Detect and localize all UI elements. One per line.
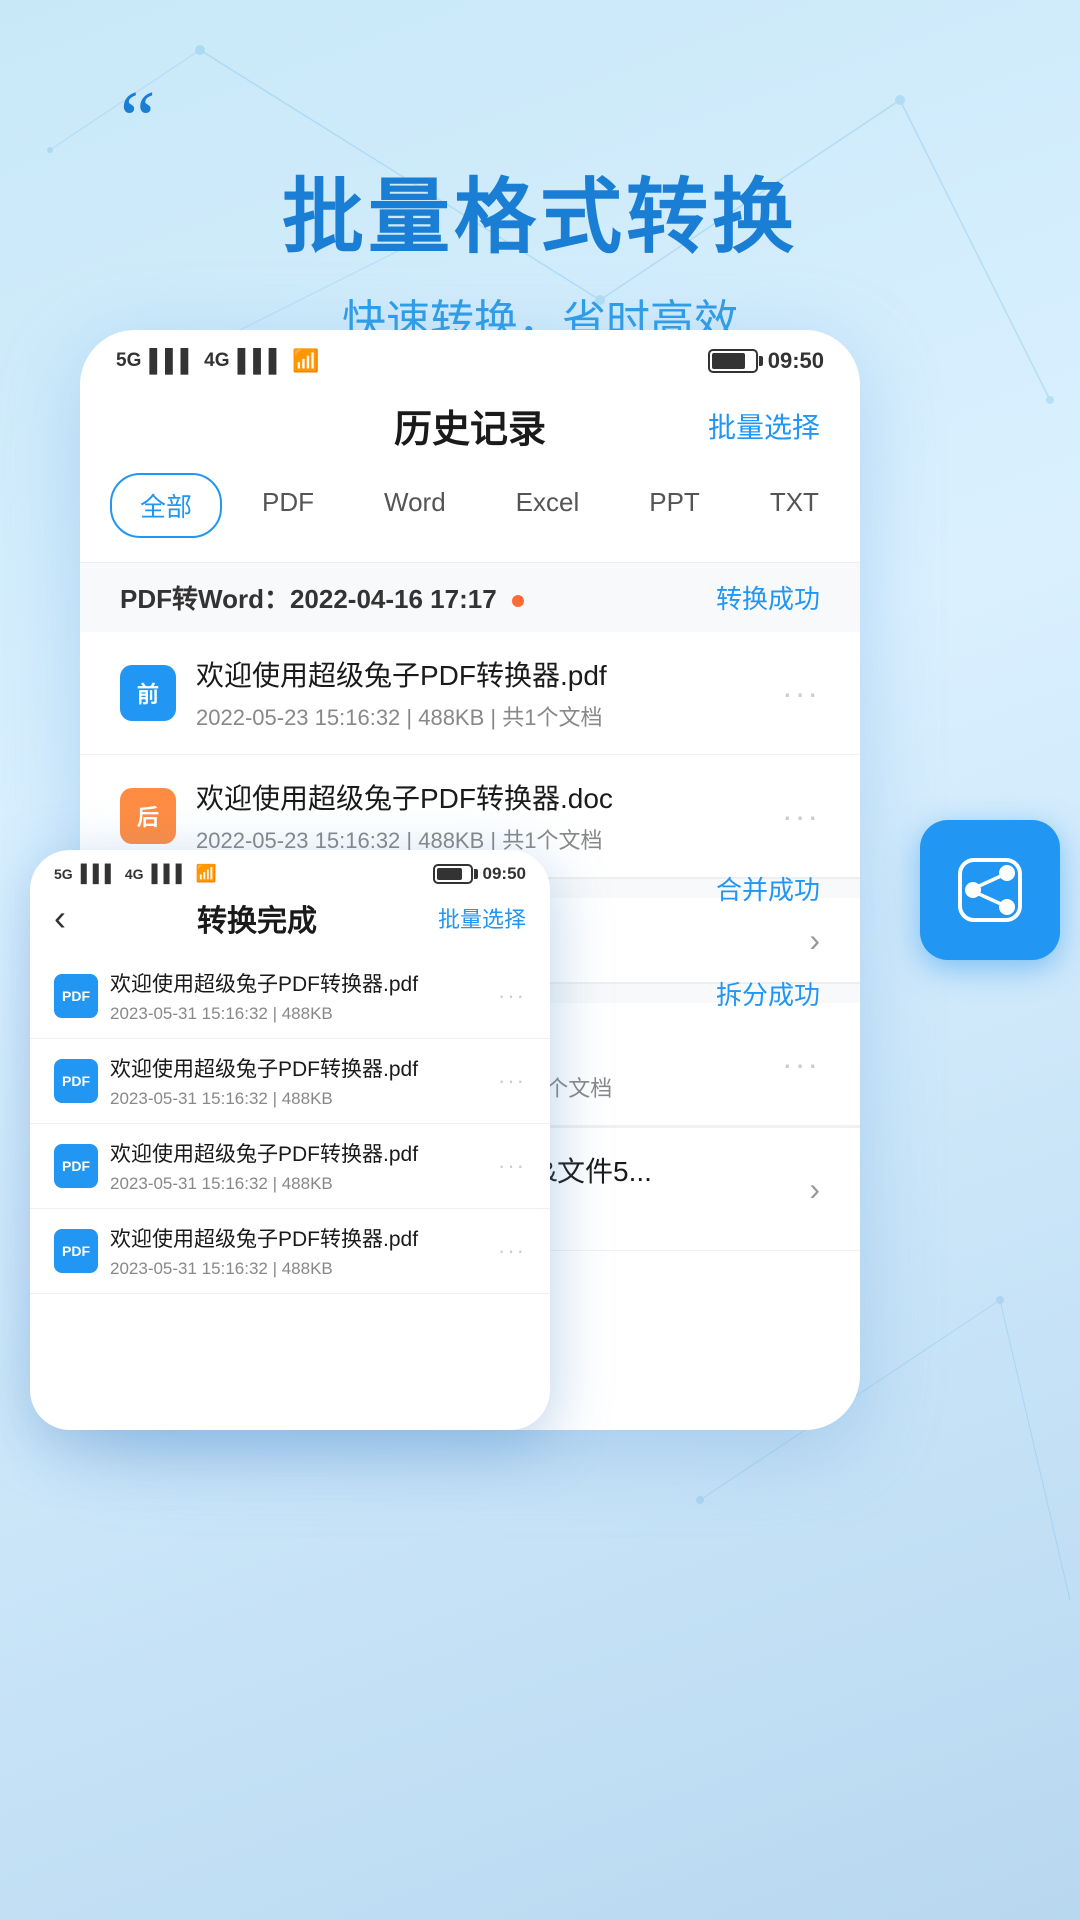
sec-battery-icon <box>433 864 473 884</box>
arrow-right-icon: › <box>809 922 820 959</box>
file-badge-before: 前 <box>120 665 176 721</box>
file-info-after: 欢迎使用超级兔子PDF转换器.doc 2022-05-23 15:16:32 |… <box>196 777 762 855</box>
file-meta-before: 2022-05-23 15:16:32 | 488KB | 共1个文档 <box>196 700 762 732</box>
sec-file-menu-3[interactable]: ··· <box>498 1153 526 1179</box>
signal-5g: 5G <box>116 350 141 372</box>
status-signals: 5G ▌▌▌ 4G ▌▌▌ 📶 <box>116 348 320 374</box>
tab-ppt[interactable]: PPT <box>619 473 730 538</box>
sec-file-meta-1: 2023-05-31 15:16:32 | 488KB <box>110 1004 486 1024</box>
converter-file-menu[interactable]: ··· <box>782 1046 820 1083</box>
sec-time-display: 09:50 <box>483 864 526 884</box>
main-app-title: 历史记录 <box>394 398 546 453</box>
section-badge-dot <box>512 595 524 607</box>
main-app-header: 历史记录 批量选择 <box>80 382 860 473</box>
sec-file-name-1: 欢迎使用超级兔子PDF转换器.pdf <box>110 968 486 998</box>
sec-pdf-icon-1: PDF <box>54 974 98 1018</box>
back-button[interactable]: ‹ <box>54 897 66 939</box>
file-name-before: 欢迎使用超级兔子PDF转换器.pdf <box>196 654 762 694</box>
sec-file-info-4: 欢迎使用超级兔子PDF转换器.pdf 2023-05-31 15:16:32 |… <box>110 1223 486 1279</box>
signal-4g: 4G <box>204 350 229 372</box>
secondary-phone-mockup: 5G ▌▌▌ 4G ▌▌▌ 📶 09:50 ‹ 转换完成 批量选择 PDF 欢迎… <box>30 850 550 1430</box>
time-display: 09:50 <box>768 348 824 374</box>
secondary-header: ‹ 转换完成 批量选择 <box>30 888 550 954</box>
tab-word[interactable]: Word <box>354 473 476 538</box>
sec-pdf-icon-4: PDF <box>54 1229 98 1273</box>
sec-file-meta-3: 2023-05-31 15:16:32 | 488KB <box>110 1174 486 1194</box>
tab-txt[interactable]: TXT <box>740 473 849 538</box>
file-name-after: 欢迎使用超级兔子PDF转换器.doc <box>196 777 762 817</box>
sec-file-2[interactable]: PDF 欢迎使用超级兔子PDF转换器.pdf 2023-05-31 15:16:… <box>30 1039 550 1124</box>
merge-success-label: 合并成功 <box>716 870 820 907</box>
file-menu-before[interactable]: ··· <box>782 675 820 712</box>
file-menu-after[interactable]: ··· <box>782 798 820 835</box>
secondary-title: 转换完成 <box>76 896 438 940</box>
file-badge-after: 后 <box>120 788 176 844</box>
quote-icon: “ <box>0 80 1080 160</box>
wifi-icon: 📶 <box>292 348 319 374</box>
sec-status-signals: 5G ▌▌▌ 4G ▌▌▌ 📶 <box>54 864 217 884</box>
tab-excel[interactable]: Excel <box>486 473 610 538</box>
sec-status-right: 09:50 <box>433 864 526 884</box>
sec-file-menu-2[interactable]: ··· <box>498 1068 526 1094</box>
battery-icon <box>708 349 758 373</box>
sec-file-info-3: 欢迎使用超级兔子PDF转换器.pdf 2023-05-31 15:16:32 |… <box>110 1138 486 1194</box>
tab-pdf[interactable]: PDF <box>232 473 344 538</box>
batch-select-btn[interactable]: 批量选择 <box>708 406 820 446</box>
tab-all[interactable]: 全部 <box>110 473 222 538</box>
file-info-before: 欢迎使用超级兔子PDF转换器.pdf 2022-05-23 15:16:32 |… <box>196 654 762 732</box>
status-right: 09:50 <box>708 348 824 374</box>
sec-pdf-icon-3: PDF <box>54 1144 98 1188</box>
sec-file-4[interactable]: PDF 欢迎使用超级兔子PDF转换器.pdf 2023-05-31 15:16:… <box>30 1209 550 1294</box>
hero-title: 批量格式转换 <box>0 150 1080 269</box>
sec-file-meta-2: 2023-05-31 15:16:32 | 488KB <box>110 1089 486 1109</box>
secondary-status-bar: 5G ▌▌▌ 4G ▌▌▌ 📶 09:50 <box>30 850 550 888</box>
share-icon <box>955 855 1025 925</box>
section-title: PDF转Word：2022-04-16 17:17 <box>120 584 497 614</box>
sec-file-meta-4: 2023-05-31 15:16:32 | 488KB <box>110 1259 486 1279</box>
share-float-button[interactable] <box>920 820 1060 960</box>
sec-file-info-2: 欢迎使用超级兔子PDF转换器.pdf 2023-05-31 15:16:32 |… <box>110 1053 486 1109</box>
sec-file-menu-1[interactable]: ··· <box>498 983 526 1009</box>
split-success-label: 拆分成功 <box>716 975 820 1012</box>
section-status: 转换成功 <box>716 579 820 616</box>
secondary-batch-btn[interactable]: 批量选择 <box>438 902 526 934</box>
tab-image[interactable]: 图片 <box>859 473 860 538</box>
sec-file-1[interactable]: PDF 欢迎使用超级兔子PDF转换器.pdf 2023-05-31 15:16:… <box>30 954 550 1039</box>
filter-tabs: 全部 PDF Word Excel PPT TXT 图片 <box>80 473 860 562</box>
sec-file-name-3: 欢迎使用超级兔子PDF转换器.pdf <box>110 1138 486 1168</box>
file-item-before[interactable]: 前 欢迎使用超级兔子PDF转换器.pdf 2022-05-23 15:16:32… <box>80 632 860 755</box>
sec-file-3[interactable]: PDF 欢迎使用超级兔子PDF转换器.pdf 2023-05-31 15:16:… <box>30 1124 550 1209</box>
signal-bars-1: ▌▌▌ <box>149 348 196 374</box>
main-status-bar: 5G ▌▌▌ 4G ▌▌▌ 📶 09:50 <box>80 330 860 382</box>
sec-file-name-2: 欢迎使用超级兔子PDF转换器.pdf <box>110 1053 486 1083</box>
bottom-arrow-icon: › <box>809 1171 820 1208</box>
sec-pdf-icon-2: PDF <box>54 1059 98 1103</box>
signal-bars-2: ▌▌▌ <box>237 348 284 374</box>
sec-file-menu-4[interactable]: ··· <box>498 1238 526 1264</box>
sec-file-info-1: 欢迎使用超级兔子PDF转换器.pdf 2023-05-31 15:16:32 |… <box>110 968 486 1024</box>
section-header: PDF转Word：2022-04-16 17:17 转换成功 <box>80 562 860 632</box>
sec-file-name-4: 欢迎使用超级兔子PDF转换器.pdf <box>110 1223 486 1253</box>
